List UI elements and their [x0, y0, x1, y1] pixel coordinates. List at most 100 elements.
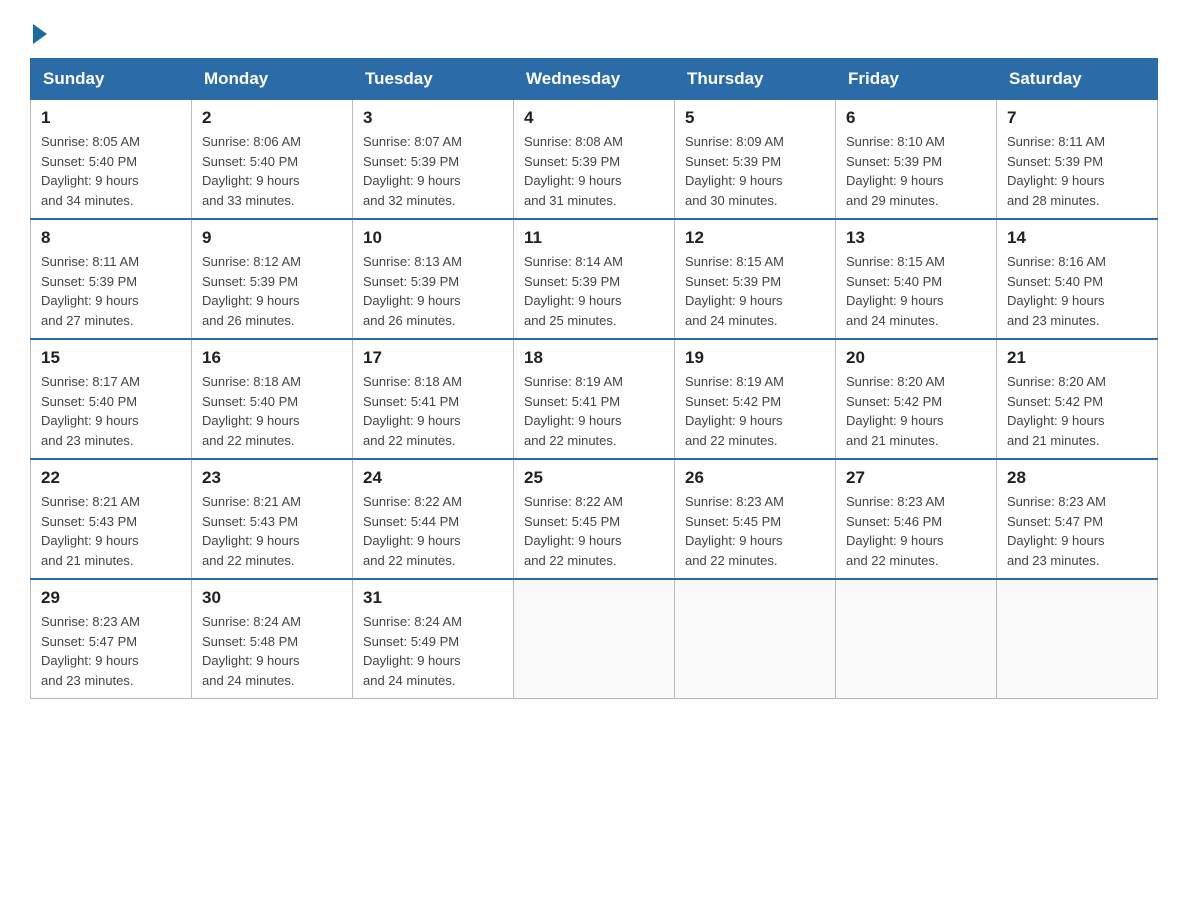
- day-number: 4: [524, 108, 664, 128]
- day-info: Sunrise: 8:19 AM Sunset: 5:42 PM Dayligh…: [685, 372, 825, 450]
- day-cell: 23 Sunrise: 8:21 AM Sunset: 5:43 PM Dayl…: [192, 459, 353, 579]
- day-info: Sunrise: 8:07 AM Sunset: 5:39 PM Dayligh…: [363, 132, 503, 210]
- day-number: 8: [41, 228, 181, 248]
- day-info: Sunrise: 8:23 AM Sunset: 5:47 PM Dayligh…: [41, 612, 181, 690]
- day-cell: 27 Sunrise: 8:23 AM Sunset: 5:46 PM Dayl…: [836, 459, 997, 579]
- day-number: 28: [1007, 468, 1147, 488]
- day-number: 19: [685, 348, 825, 368]
- day-number: 25: [524, 468, 664, 488]
- day-info: Sunrise: 8:16 AM Sunset: 5:40 PM Dayligh…: [1007, 252, 1147, 330]
- day-cell: 4 Sunrise: 8:08 AM Sunset: 5:39 PM Dayli…: [514, 100, 675, 220]
- page-header: [30, 20, 1158, 38]
- day-cell: 30 Sunrise: 8:24 AM Sunset: 5:48 PM Dayl…: [192, 579, 353, 699]
- day-number: 31: [363, 588, 503, 608]
- day-cell: 9 Sunrise: 8:12 AM Sunset: 5:39 PM Dayli…: [192, 219, 353, 339]
- col-header-wednesday: Wednesday: [514, 59, 675, 100]
- day-info: Sunrise: 8:23 AM Sunset: 5:45 PM Dayligh…: [685, 492, 825, 570]
- day-info: Sunrise: 8:12 AM Sunset: 5:39 PM Dayligh…: [202, 252, 342, 330]
- day-info: Sunrise: 8:15 AM Sunset: 5:39 PM Dayligh…: [685, 252, 825, 330]
- day-info: Sunrise: 8:06 AM Sunset: 5:40 PM Dayligh…: [202, 132, 342, 210]
- day-cell: 25 Sunrise: 8:22 AM Sunset: 5:45 PM Dayl…: [514, 459, 675, 579]
- col-header-friday: Friday: [836, 59, 997, 100]
- day-info: Sunrise: 8:19 AM Sunset: 5:41 PM Dayligh…: [524, 372, 664, 450]
- day-number: 13: [846, 228, 986, 248]
- day-info: Sunrise: 8:08 AM Sunset: 5:39 PM Dayligh…: [524, 132, 664, 210]
- day-info: Sunrise: 8:22 AM Sunset: 5:44 PM Dayligh…: [363, 492, 503, 570]
- day-cell: [997, 579, 1158, 699]
- logo: [30, 20, 47, 38]
- day-info: Sunrise: 8:18 AM Sunset: 5:40 PM Dayligh…: [202, 372, 342, 450]
- day-number: 26: [685, 468, 825, 488]
- day-number: 11: [524, 228, 664, 248]
- week-row-3: 15 Sunrise: 8:17 AM Sunset: 5:40 PM Dayl…: [31, 339, 1158, 459]
- day-info: Sunrise: 8:18 AM Sunset: 5:41 PM Dayligh…: [363, 372, 503, 450]
- day-cell: 15 Sunrise: 8:17 AM Sunset: 5:40 PM Dayl…: [31, 339, 192, 459]
- day-info: Sunrise: 8:05 AM Sunset: 5:40 PM Dayligh…: [41, 132, 181, 210]
- col-header-monday: Monday: [192, 59, 353, 100]
- logo-arrow-icon: [33, 24, 47, 44]
- day-cell: 2 Sunrise: 8:06 AM Sunset: 5:40 PM Dayli…: [192, 100, 353, 220]
- day-cell: 1 Sunrise: 8:05 AM Sunset: 5:40 PM Dayli…: [31, 100, 192, 220]
- day-cell: 31 Sunrise: 8:24 AM Sunset: 5:49 PM Dayl…: [353, 579, 514, 699]
- day-info: Sunrise: 8:10 AM Sunset: 5:39 PM Dayligh…: [846, 132, 986, 210]
- day-info: Sunrise: 8:23 AM Sunset: 5:46 PM Dayligh…: [846, 492, 986, 570]
- day-cell: 22 Sunrise: 8:21 AM Sunset: 5:43 PM Dayl…: [31, 459, 192, 579]
- day-cell: 24 Sunrise: 8:22 AM Sunset: 5:44 PM Dayl…: [353, 459, 514, 579]
- day-cell: 5 Sunrise: 8:09 AM Sunset: 5:39 PM Dayli…: [675, 100, 836, 220]
- day-number: 30: [202, 588, 342, 608]
- day-number: 2: [202, 108, 342, 128]
- day-info: Sunrise: 8:20 AM Sunset: 5:42 PM Dayligh…: [1007, 372, 1147, 450]
- day-number: 16: [202, 348, 342, 368]
- day-info: Sunrise: 8:23 AM Sunset: 5:47 PM Dayligh…: [1007, 492, 1147, 570]
- day-number: 3: [363, 108, 503, 128]
- day-cell: 8 Sunrise: 8:11 AM Sunset: 5:39 PM Dayli…: [31, 219, 192, 339]
- day-info: Sunrise: 8:22 AM Sunset: 5:45 PM Dayligh…: [524, 492, 664, 570]
- day-info: Sunrise: 8:21 AM Sunset: 5:43 PM Dayligh…: [202, 492, 342, 570]
- day-number: 18: [524, 348, 664, 368]
- day-number: 1: [41, 108, 181, 128]
- day-cell: 20 Sunrise: 8:20 AM Sunset: 5:42 PM Dayl…: [836, 339, 997, 459]
- day-number: 14: [1007, 228, 1147, 248]
- day-info: Sunrise: 8:24 AM Sunset: 5:48 PM Dayligh…: [202, 612, 342, 690]
- day-number: 5: [685, 108, 825, 128]
- day-cell: 14 Sunrise: 8:16 AM Sunset: 5:40 PM Dayl…: [997, 219, 1158, 339]
- day-info: Sunrise: 8:09 AM Sunset: 5:39 PM Dayligh…: [685, 132, 825, 210]
- day-info: Sunrise: 8:13 AM Sunset: 5:39 PM Dayligh…: [363, 252, 503, 330]
- day-info: Sunrise: 8:24 AM Sunset: 5:49 PM Dayligh…: [363, 612, 503, 690]
- week-row-4: 22 Sunrise: 8:21 AM Sunset: 5:43 PM Dayl…: [31, 459, 1158, 579]
- day-cell: 21 Sunrise: 8:20 AM Sunset: 5:42 PM Dayl…: [997, 339, 1158, 459]
- day-info: Sunrise: 8:17 AM Sunset: 5:40 PM Dayligh…: [41, 372, 181, 450]
- day-number: 29: [41, 588, 181, 608]
- day-number: 24: [363, 468, 503, 488]
- day-cell: 18 Sunrise: 8:19 AM Sunset: 5:41 PM Dayl…: [514, 339, 675, 459]
- col-header-sunday: Sunday: [31, 59, 192, 100]
- col-header-tuesday: Tuesday: [353, 59, 514, 100]
- day-number: 23: [202, 468, 342, 488]
- day-cell: 10 Sunrise: 8:13 AM Sunset: 5:39 PM Dayl…: [353, 219, 514, 339]
- week-row-2: 8 Sunrise: 8:11 AM Sunset: 5:39 PM Dayli…: [31, 219, 1158, 339]
- day-cell: [675, 579, 836, 699]
- week-row-5: 29 Sunrise: 8:23 AM Sunset: 5:47 PM Dayl…: [31, 579, 1158, 699]
- day-number: 21: [1007, 348, 1147, 368]
- calendar-table: SundayMondayTuesdayWednesdayThursdayFrid…: [30, 58, 1158, 699]
- day-cell: 26 Sunrise: 8:23 AM Sunset: 5:45 PM Dayl…: [675, 459, 836, 579]
- col-header-thursday: Thursday: [675, 59, 836, 100]
- day-info: Sunrise: 8:21 AM Sunset: 5:43 PM Dayligh…: [41, 492, 181, 570]
- day-cell: 19 Sunrise: 8:19 AM Sunset: 5:42 PM Dayl…: [675, 339, 836, 459]
- day-number: 17: [363, 348, 503, 368]
- day-cell: 6 Sunrise: 8:10 AM Sunset: 5:39 PM Dayli…: [836, 100, 997, 220]
- day-number: 15: [41, 348, 181, 368]
- day-cell: 17 Sunrise: 8:18 AM Sunset: 5:41 PM Dayl…: [353, 339, 514, 459]
- day-cell: 29 Sunrise: 8:23 AM Sunset: 5:47 PM Dayl…: [31, 579, 192, 699]
- day-cell: 16 Sunrise: 8:18 AM Sunset: 5:40 PM Dayl…: [192, 339, 353, 459]
- day-number: 20: [846, 348, 986, 368]
- day-cell: 12 Sunrise: 8:15 AM Sunset: 5:39 PM Dayl…: [675, 219, 836, 339]
- week-row-1: 1 Sunrise: 8:05 AM Sunset: 5:40 PM Dayli…: [31, 100, 1158, 220]
- day-cell: 11 Sunrise: 8:14 AM Sunset: 5:39 PM Dayl…: [514, 219, 675, 339]
- day-number: 12: [685, 228, 825, 248]
- day-info: Sunrise: 8:14 AM Sunset: 5:39 PM Dayligh…: [524, 252, 664, 330]
- day-info: Sunrise: 8:11 AM Sunset: 5:39 PM Dayligh…: [41, 252, 181, 330]
- day-number: 6: [846, 108, 986, 128]
- day-cell: 13 Sunrise: 8:15 AM Sunset: 5:40 PM Dayl…: [836, 219, 997, 339]
- day-cell: [836, 579, 997, 699]
